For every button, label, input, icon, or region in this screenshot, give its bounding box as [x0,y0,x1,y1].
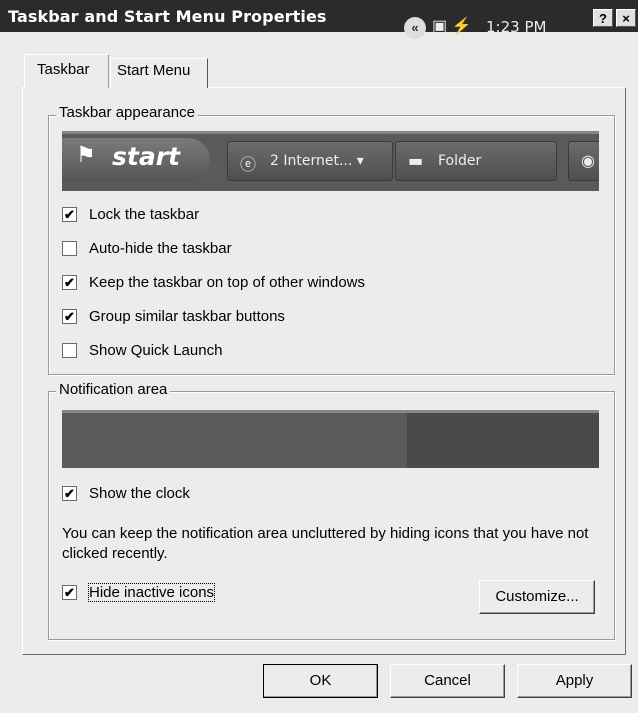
tab-taskbar[interactable]: Taskbar [24,54,109,88]
tab-start-menu[interactable]: Start Menu [110,58,208,88]
help-button[interactable]: ? [593,9,613,27]
tab-page [22,87,626,655]
ok-button[interactable]: OK [263,664,378,698]
window-title: Taskbar and Start Menu Properties [8,7,327,26]
clock-preview: 1:23 PM [486,18,547,36]
apply-button[interactable]: Apply [517,664,632,698]
cancel-button[interactable]: Cancel [390,664,505,698]
close-button[interactable]: × [616,9,636,27]
chevron-left-icon: « [404,17,426,39]
tray-network-icon: ▣ ⚡ [432,18,472,35]
